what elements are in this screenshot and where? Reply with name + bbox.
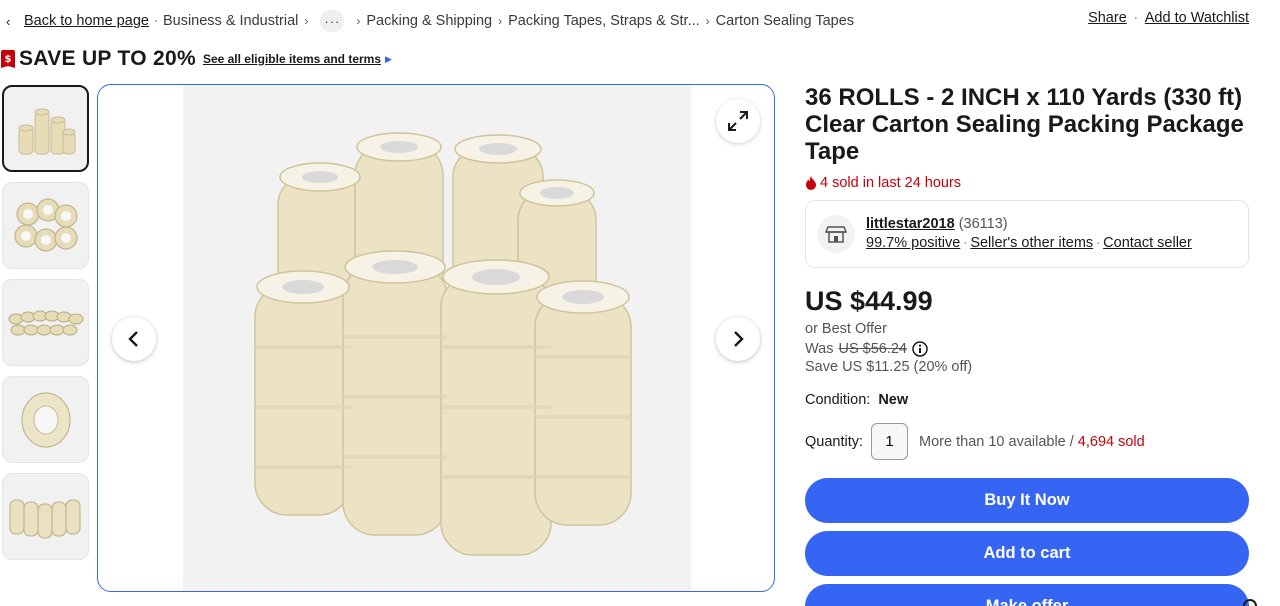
buy-it-now-button[interactable]: Buy It Now (805, 478, 1249, 523)
top-actions: Share · Add to Watchlist (1088, 10, 1249, 26)
caret-right-icon: ▶ (385, 53, 392, 64)
thumbnail-5[interactable] (2, 473, 89, 560)
svg-text:$: $ (5, 54, 12, 65)
separator-dot: · (1095, 235, 1101, 251)
fire-icon (806, 176, 816, 190)
availability-text: More than 10 available / (919, 433, 1074, 450)
previous-image-button[interactable] (112, 317, 156, 361)
quantity-label: Quantity: (805, 433, 864, 450)
tape-stack-icon (18, 108, 75, 154)
chevron-left-icon (128, 331, 138, 347)
condition-line: Condition: New (805, 392, 1249, 408)
thumbnail-2[interactable] (2, 182, 89, 269)
breadcrumb-more-button[interactable]: ··· (320, 10, 345, 32)
seller-other-items-link[interactable]: Seller's other items (970, 235, 1093, 251)
total-sold-text: 4,694 sold (1077, 433, 1145, 450)
make-offer-button[interactable]: Make offer (805, 584, 1249, 606)
info-icon[interactable] (912, 341, 928, 357)
store-glyph (825, 226, 847, 243)
was-price: US $56.24 (838, 341, 907, 357)
promo-banner: $ SAVE UP TO 20% See all eligible items … (0, 44, 392, 74)
was-price-line: Was US $56.24 (805, 341, 1249, 357)
seller-feedback-count: (36113) (958, 216, 1008, 232)
quantity-line: Quantity: More than 10 available / 4,694… (805, 423, 1249, 460)
best-offer-text: or Best Offer (805, 321, 887, 337)
separator-dot: · (962, 235, 968, 251)
recent-sales-text: 4 sold in last 24 hours (820, 175, 962, 191)
tape-row-icon (8, 310, 83, 335)
tape-line-icon (9, 499, 80, 538)
separator-dot: · (1133, 10, 1139, 26)
breadcrumb-item-packing-shipping[interactable]: Packing & Shipping (366, 13, 492, 29)
condition-value: New (878, 392, 909, 408)
back-to-home-link[interactable]: Back to home page (24, 13, 149, 29)
add-to-watchlist-link[interactable]: Add to Watchlist (1145, 10, 1249, 26)
price: US $44.99 (805, 286, 933, 316)
chevron-right-icon: › (498, 14, 503, 28)
seller-links: 99.7% positive · Seller's other items · … (866, 235, 1192, 251)
expand-image-button[interactable] (716, 99, 760, 143)
savings-text: Save US $11.25 (20% off) (805, 359, 973, 375)
top-bar: ‹ Back to home page · Business & Industr… (0, 0, 1280, 40)
product-photo (183, 85, 691, 591)
search-icon[interactable] (1242, 598, 1260, 606)
breadcrumb-item-business[interactable]: Business & Industrial (163, 13, 298, 29)
chevron-left-icon[interactable]: ‹ (6, 14, 24, 29)
breadcrumb-item-packing-tapes[interactable]: Packing Tapes, Straps & Str... (508, 13, 700, 29)
chevron-right-icon: › (356, 14, 361, 28)
thumbnail-1[interactable] (2, 85, 89, 172)
tape-ring-icon (14, 198, 77, 251)
was-label: Was (805, 341, 834, 357)
expand-icon (728, 111, 748, 131)
listing-info: 36 ROLLS - 2 INCH x 110 Yards (330 ft) C… (805, 84, 1249, 606)
separator-dot: · (153, 13, 159, 29)
chevron-right-icon: › (304, 14, 309, 28)
share-link[interactable]: Share (1088, 10, 1127, 26)
tape-roll-icon (21, 392, 70, 447)
contact-seller-link[interactable]: Contact seller (1103, 235, 1192, 251)
thumbnail-3[interactable] (2, 279, 89, 366)
seller-positive-link[interactable]: 99.7% positive (866, 235, 960, 251)
recent-sales: 4 sold in last 24 hours (805, 175, 1249, 191)
promo-terms-link[interactable]: See all eligible items and terms (203, 52, 381, 66)
seller-name-line: littlestar2018 (36113) (866, 216, 1008, 232)
breadcrumb: ‹ Back to home page · Business & Industr… (6, 10, 854, 32)
store-icon[interactable] (817, 215, 855, 253)
promo-title: SAVE UP TO 20% (19, 47, 196, 70)
add-to-cart-button[interactable]: Add to cart (805, 531, 1249, 576)
next-image-button[interactable] (716, 317, 760, 361)
thumbnail-list (2, 85, 90, 570)
main-product-image[interactable] (97, 84, 775, 592)
listing-title: 36 ROLLS - 2 INCH x 110 Yards (330 ft) C… (805, 84, 1244, 165)
tag-icon: $ (1, 50, 15, 68)
thumbnail-4[interactable] (2, 376, 89, 463)
seller-card: littlestar2018 (36113) 99.7% positive · … (805, 200, 1249, 268)
chevron-right-icon: › (705, 14, 710, 28)
breadcrumb-item-carton-sealing[interactable]: Carton Sealing Tapes (716, 13, 854, 29)
tape-rolls-illustration (183, 85, 691, 591)
chevron-right-icon (734, 331, 744, 347)
seller-name-link[interactable]: littlestar2018 (866, 216, 955, 232)
quantity-input[interactable] (871, 423, 909, 460)
condition-label: Condition: (805, 392, 871, 408)
